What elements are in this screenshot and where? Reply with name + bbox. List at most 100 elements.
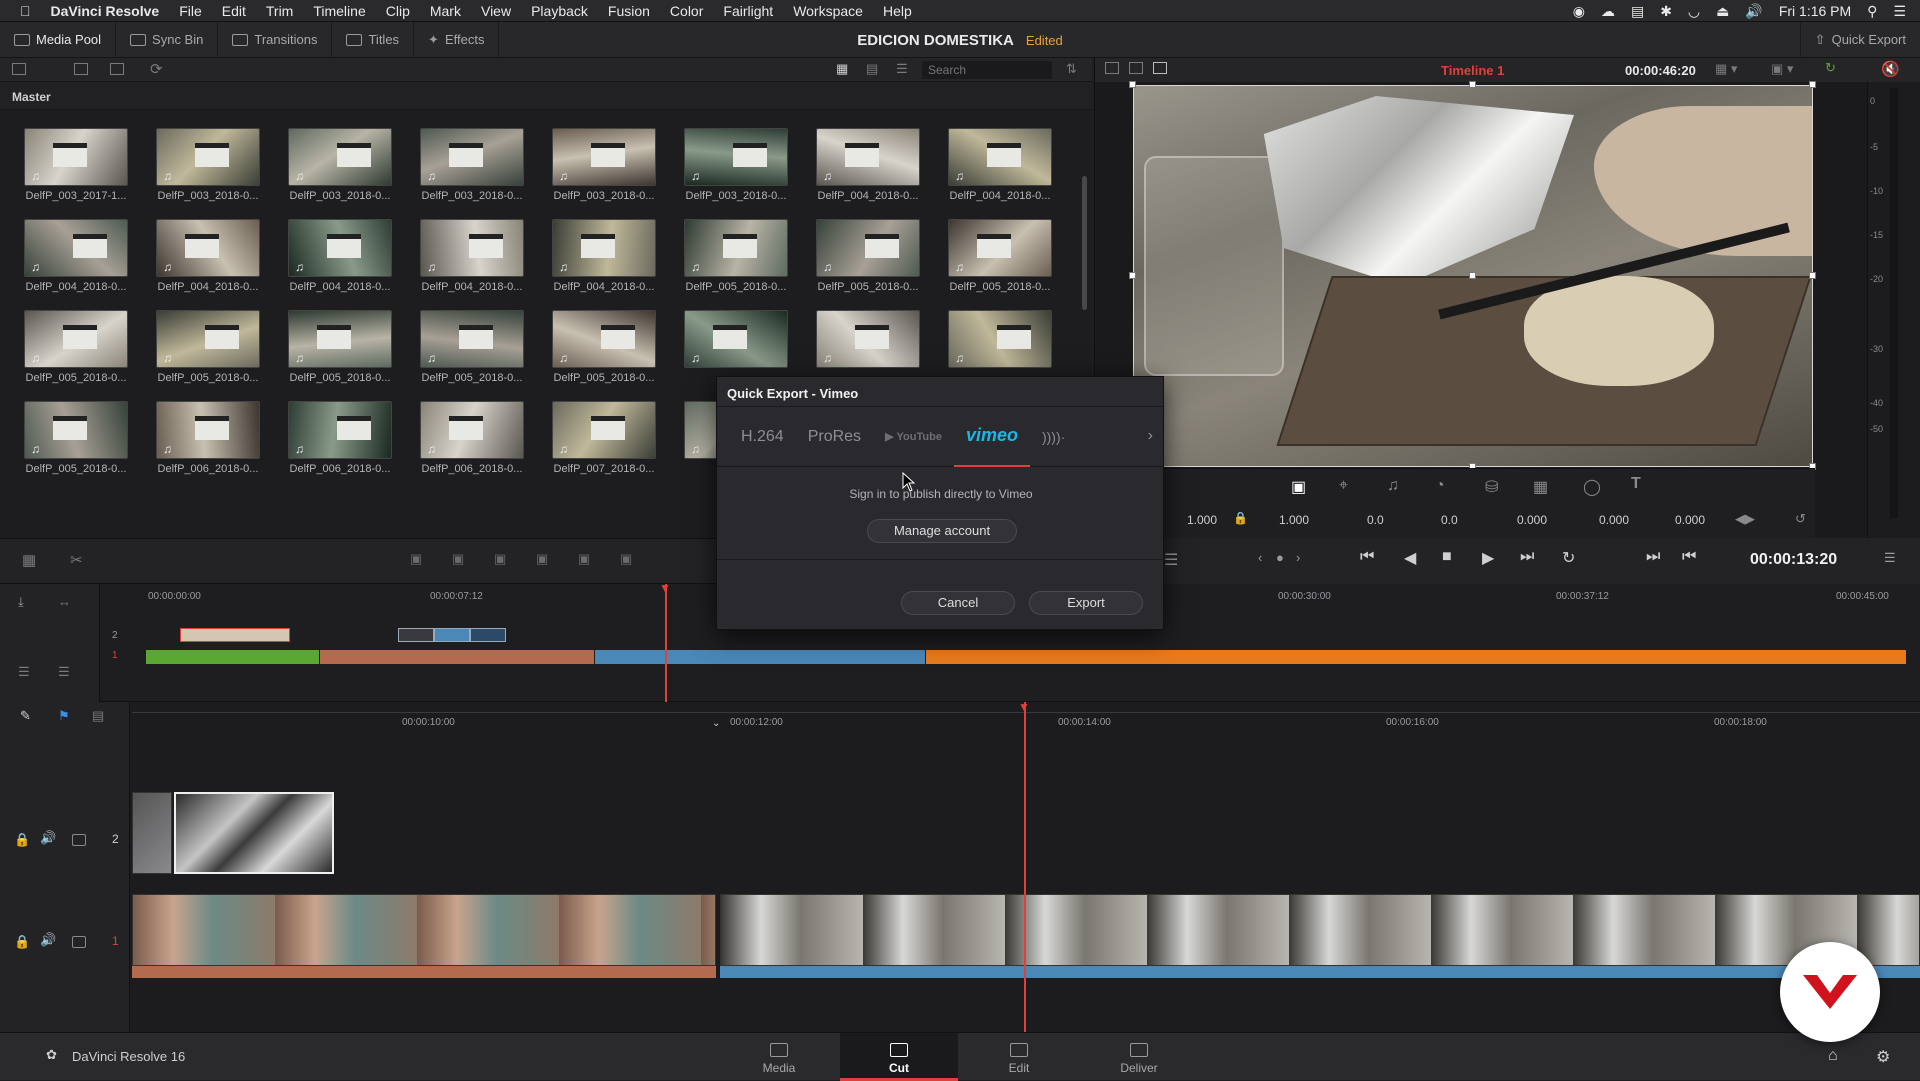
clip-thumbnail[interactable]: ♫ DelfP_006_2018-0... xyxy=(420,401,524,479)
menu-playback[interactable]: Playback xyxy=(521,3,598,19)
crop-b-value[interactable]: 0.000 xyxy=(1675,513,1705,527)
clip-thumbnail[interactable]: ♫ DelfP_005_2018-0... xyxy=(816,219,920,297)
marker-flag-icon[interactable]: ⚑ xyxy=(58,708,70,724)
stabilize-tool-icon[interactable]: ⛁ xyxy=(1485,477,1498,497)
transform-handle[interactable] xyxy=(1809,272,1816,279)
sync-bin-button[interactable]: Sync Bin xyxy=(116,21,219,58)
in-point-icon[interactable]: ⏭ xyxy=(1646,548,1660,566)
page-cut[interactable]: Cut xyxy=(840,1033,958,1081)
video-tracks-icon[interactable]: ☰ xyxy=(58,664,70,680)
timeline-name[interactable]: Timeline 1 xyxy=(1441,63,1504,78)
stop-icon[interactable]: ■ xyxy=(1442,548,1452,566)
menu-help[interactable]: Help xyxy=(873,3,922,19)
clock[interactable]: Fri 1:16 PM xyxy=(1779,3,1851,19)
clip-thumbnail[interactable]: ♫ DelfP_005_2018-0... xyxy=(684,219,788,297)
position-x-value[interactable]: 0.0 xyxy=(1367,513,1384,527)
overview-clip-v2[interactable] xyxy=(398,628,434,642)
clip-thumbnail[interactable]: ♫ DelfP_005_2018-0... xyxy=(552,310,656,388)
track-video-icon[interactable] xyxy=(72,936,86,948)
overview-clip-green[interactable] xyxy=(146,650,319,664)
clip-thumbnail[interactable]: ♫ DelfP_003_2018-0... xyxy=(420,128,524,206)
page-deliver[interactable]: Deliver xyxy=(1080,1033,1198,1081)
tab-frameio[interactable]: ))))· xyxy=(1030,407,1077,467)
tab-vimeo[interactable]: vimeo xyxy=(953,407,1030,467)
marker-dot-icon[interactable]: ● xyxy=(1276,550,1284,565)
clip-thumbnail[interactable]: ♫ DelfP_005_2018-0... xyxy=(288,310,392,388)
transform-tool-icon[interactable]: ▣ xyxy=(1291,477,1306,497)
transform-handle[interactable] xyxy=(1129,81,1136,88)
clip-view-icon[interactable]: ▤ xyxy=(92,708,104,724)
rotation-value[interactable]: 0.000 xyxy=(1517,513,1547,527)
clip-thumbnail[interactable]: ♫ DelfP_006_2018-0... xyxy=(156,401,260,479)
close-up-icon[interactable]: ▣ xyxy=(494,551,506,567)
overview-clip-blue[interactable] xyxy=(595,650,925,664)
track-lock-icon[interactable]: 🔒 xyxy=(14,934,30,950)
append-icon[interactable]: ▣ xyxy=(410,551,422,567)
control-center-icon[interactable]: ☰ xyxy=(1893,3,1906,20)
menu-edit[interactable]: Edit xyxy=(212,3,256,19)
play-icon[interactable]: ▶ xyxy=(1482,548,1494,568)
replace-icon[interactable]: ▣ xyxy=(620,551,632,567)
v2-clip[interactable] xyxy=(132,792,172,874)
media-pool-button[interactable]: Media Pool xyxy=(0,21,117,58)
menu-trim[interactable]: Trim xyxy=(256,3,303,19)
overview-playhead[interactable] xyxy=(665,584,667,702)
menu-color[interactable]: Color xyxy=(660,3,713,19)
clip-thumbnail[interactable]: ♫ DelfP_003_2017-1... xyxy=(24,128,128,206)
clip-thumbnail[interactable]: ♫ DelfP_005_2018-0... xyxy=(24,401,128,479)
page-media[interactable]: Media xyxy=(720,1033,838,1081)
apple-icon[interactable]:  xyxy=(0,3,41,19)
clip-thumbnail[interactable]: ♫ DelfP_007_2018-0... xyxy=(552,401,656,479)
tab-youtube[interactable]: ▶ YouTube xyxy=(873,407,954,467)
next-marker-icon[interactable]: › xyxy=(1296,550,1300,565)
tab-prores[interactable]: ProRes xyxy=(796,407,873,467)
titles-button[interactable]: Titles xyxy=(332,21,415,58)
clip-thumbnail[interactable]: ♫ DelfP_004_2018-0... xyxy=(420,219,524,297)
out-point-icon[interactable]: ⏮ xyxy=(1682,548,1696,566)
smart-insert-icon[interactable]: ▦ xyxy=(22,551,36,569)
menu-view[interactable]: View xyxy=(471,3,521,19)
track-audio-icon[interactable]: 🔊 xyxy=(40,830,56,846)
pool-scrollbar[interactable] xyxy=(1082,176,1087,310)
cancel-button[interactable]: Cancel xyxy=(901,591,1015,615)
export-button[interactable]: Export xyxy=(1029,591,1143,615)
film-strip-icon[interactable] xyxy=(1153,62,1167,74)
place-on-top-icon[interactable]: ▣ xyxy=(536,551,548,567)
tabs-next-icon[interactable]: › xyxy=(1148,427,1153,445)
overview-clip-orange[interactable] xyxy=(926,650,1906,664)
view-options-icon[interactable]: ▣ ▾ xyxy=(1771,61,1793,77)
grid-view-icon[interactable]: ▦ xyxy=(836,61,848,77)
loop-icon[interactable]: ↻ xyxy=(1562,548,1575,568)
blade-icon[interactable]: ✂ xyxy=(70,551,83,569)
zoom-y-value[interactable]: 1.000 xyxy=(1279,513,1309,527)
menu-fairlight[interactable]: Fairlight xyxy=(713,3,783,19)
clip-thumbnail[interactable]: ♫ DelfP_003_2018-0... xyxy=(684,128,788,206)
source-overwrite-icon[interactable]: ▣ xyxy=(578,551,590,567)
clip-thumbnail[interactable]: ♫ DelfP_004_2018-0... xyxy=(552,219,656,297)
eject-icon[interactable]: ⏏ xyxy=(1716,3,1729,20)
transitions-button[interactable]: Transitions xyxy=(218,21,333,58)
transform-handle[interactable] xyxy=(1469,272,1476,279)
overview-clip-v2[interactable] xyxy=(470,628,506,642)
transform-handle[interactable] xyxy=(1129,272,1136,279)
clip-thumbnail[interactable]: ♫ DelfP_004_2018-0... xyxy=(948,128,1052,206)
drive-icon[interactable]: ▤ xyxy=(1631,3,1644,20)
clip-thumbnail[interactable]: ♫ DelfP_005_2018-0... xyxy=(948,219,1052,297)
crop-a-value[interactable]: 0.000 xyxy=(1599,513,1629,527)
volume-icon[interactable]: 🔊 xyxy=(1745,3,1762,20)
import-icon[interactable] xyxy=(110,63,124,75)
lock-icon[interactable]: 🔒 xyxy=(1233,511,1248,525)
list-view-icon[interactable]: ☰ xyxy=(896,61,908,77)
position-y-value[interactable]: 0.0 xyxy=(1441,513,1458,527)
clip-thumbnail[interactable]: ♫ DelfP_003_2018-0... xyxy=(288,128,392,206)
audio-tool-icon[interactable]: ♫ xyxy=(1387,477,1399,495)
strip-view-icon[interactable]: ▤ xyxy=(866,61,878,77)
zoom-tool-icon[interactable]: ▦ xyxy=(1533,477,1548,497)
bin-name[interactable]: Master xyxy=(12,90,51,104)
page-edit[interactable]: Edit xyxy=(960,1033,1078,1081)
ripple-icon[interactable]: ▣ xyxy=(452,551,464,567)
wifi-icon[interactable]: ◡ xyxy=(1688,3,1700,20)
transform-handle[interactable] xyxy=(1469,81,1476,88)
viewer-timecode[interactable]: 00:00:13:20 xyxy=(1750,551,1837,569)
step-back-icon[interactable]: ◀ xyxy=(1404,548,1416,568)
